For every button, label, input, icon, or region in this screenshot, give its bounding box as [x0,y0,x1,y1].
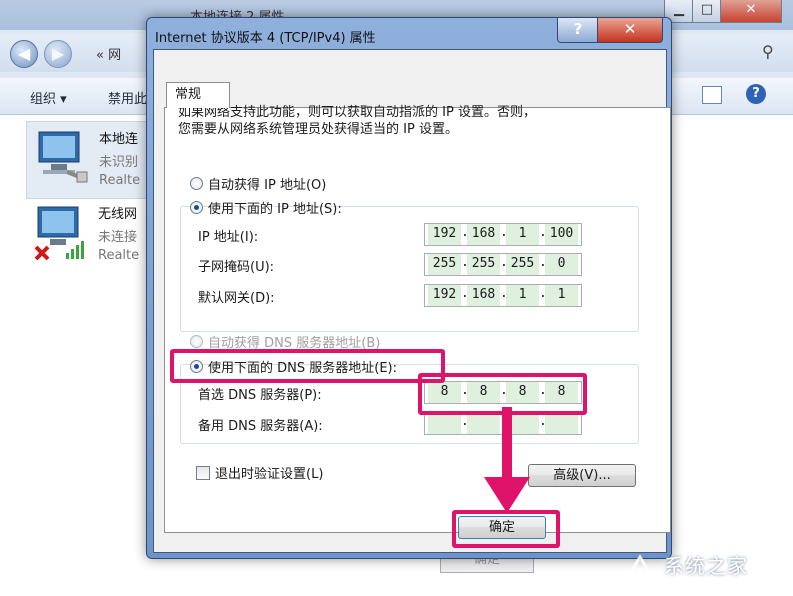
octet[interactable]: 255 [506,254,539,275]
organize-menu[interactable]: 组织 ▾ [30,88,67,107]
connection-name: 本地连 [99,132,139,147]
auto-dns-label: 自动获得 DNS 服务器地址(B) [208,336,381,351]
close-button[interactable]: ✕ [597,18,663,43]
octet[interactable]: 1 [506,285,539,306]
connection-adapter: Realte [98,248,140,263]
connection-name: 无线网 [98,207,138,222]
help-icon[interactable]: ? [746,84,766,104]
preview-pane-icon[interactable] [702,86,722,104]
ip-address-input[interactable]: 192 . 168 . 1 . 100 [424,223,582,246]
disable-device-button[interactable]: 禁用此 [108,88,147,107]
octet[interactable]: 168 [467,285,500,306]
search-icon[interactable]: ⚲ [762,42,774,61]
watermark-text: 系统之家 [664,554,748,578]
auto-dns-radio[interactable]: 自动获得 DNS 服务器地址(B) [190,332,380,351]
radio-on-icon [190,360,203,373]
advanced-button[interactable]: 高级(V)... [528,464,636,487]
watermark-logo-icon [619,554,661,589]
octet[interactable]: 1 [545,285,578,306]
list-item-local-connection[interactable]: 本地连 未识别 Realte [26,121,158,199]
tab-general[interactable]: 常规 [166,82,230,108]
octet[interactable] [428,413,461,434]
validate-settings-checkbox[interactable]: 退出时验证设置(L) [196,463,323,482]
alternate-dns-label: 备用 DNS 服务器(A): [198,419,323,434]
octet[interactable]: 255 [467,254,500,275]
help-button[interactable]: ? [557,18,599,43]
manual-dns-label: 使用下面的 DNS 服务器地址(E): [208,361,397,376]
preferred-dns-label: 首选 DNS 服务器(P): [198,388,322,403]
octet[interactable]: 8 [428,382,461,403]
octet[interactable]: 100 [545,224,578,245]
preferred-dns-input[interactable]: 8 . 8 . 8 . 8 [424,381,582,404]
content-background [672,115,793,596]
ip-address-label: IP 地址(I): [198,230,259,245]
network-adapter-icon [38,131,88,183]
connection-adapter: Realte [99,173,141,188]
description-line-2: 您需要从网络系统管理员处获得适当的 IP 设置。 [178,122,458,137]
address-text[interactable]: « 网 [96,44,121,63]
octet[interactable]: 8 [467,382,500,403]
auto-ip-radio[interactable]: 自动获得 IP 地址(O) [190,174,326,193]
octet[interactable]: 255 [428,254,461,275]
radio-off-icon [190,335,203,348]
manual-ip-label: 使用下面的 IP 地址(S): [208,202,342,217]
octet[interactable]: 192 [428,224,461,245]
octet[interactable]: 168 [467,224,500,245]
close-icon[interactable]: ✕ [720,0,782,23]
manual-ip-radio[interactable]: 使用下面的 IP 地址(S): [190,198,342,217]
octet[interactable] [545,413,578,434]
down-arrow-icon [484,407,530,513]
octet[interactable]: 0 [545,254,578,275]
default-gateway-label: 默认网关(D): [198,291,275,306]
checkbox-unchecked-icon [196,466,210,480]
default-gateway-input[interactable]: 192 . 168 . 1 . 1 [424,284,582,307]
forward-arrow-icon[interactable]: ▶ [44,40,72,68]
wireless-adapter-icon [34,206,84,261]
dialog-title: Internet 协议版本 4 (TCP/IPv4) 属性 [155,31,376,46]
back-arrow-icon[interactable]: ◀ [10,40,38,68]
list-item-wireless-connection[interactable]: 无线网 未连接 Realte [26,197,156,273]
ok-button[interactable]: 确定 [458,516,546,539]
octet[interactable]: 8 [545,382,578,403]
connection-status: 未连接 [98,230,138,245]
manual-dns-radio[interactable]: 使用下面的 DNS 服务器地址(E): [190,357,397,376]
radio-off-icon [190,177,203,190]
maximize-icon[interactable]: □ [692,0,722,23]
radio-on-icon [190,201,203,214]
auto-ip-label: 自动获得 IP 地址(O) [208,178,327,193]
subnet-mask-label: 子网掩码(U): [198,260,275,275]
validate-settings-label: 退出时验证设置(L) [215,467,324,482]
subnet-mask-input[interactable]: 255 . 255 . 255 . 0 [424,253,582,276]
octet[interactable]: 8 [506,382,539,403]
octet[interactable]: 1 [506,224,539,245]
octet[interactable]: 192 [428,285,461,306]
connection-status: 未识别 [99,155,139,170]
